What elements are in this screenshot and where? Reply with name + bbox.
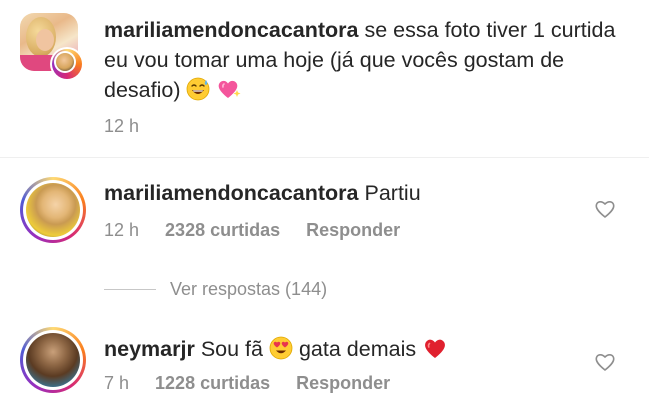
reply-button[interactable]: Responder (306, 220, 400, 240)
caption-timestamp: 12 h (104, 116, 140, 136)
view-replies-button[interactable]: Ver respostas (144) (104, 277, 327, 301)
comment-text-block: mariliamendoncacantora Partiu (104, 178, 421, 208)
comment-likes-link[interactable]: 2328 curtidas (165, 220, 280, 240)
heart-eyes-icon (269, 336, 293, 368)
like-comment-button[interactable] (594, 199, 616, 219)
comment-likes-link[interactable]: 1228 curtidas (155, 373, 270, 393)
comment-timestamp: 12 h (104, 220, 140, 240)
view-replies-line (104, 288, 156, 290)
caption-divider (0, 157, 649, 158)
comment-body: Partiu (364, 181, 421, 205)
heart-outline-icon (595, 201, 615, 218)
heart-outline-icon (595, 354, 615, 371)
view-replies-label: Ver respostas (144) (170, 278, 328, 299)
red-heart-icon (422, 336, 448, 368)
like-comment-button[interactable] (594, 352, 616, 372)
comment-username[interactable]: mariliamendoncacantora (104, 181, 359, 205)
comment-body-end: gata demais (298, 337, 417, 361)
comment-text-block: neymarjr Sou fã gata demais (104, 334, 448, 368)
comment-meta: 7 h 1228 curtidas Responder (104, 373, 390, 394)
sparkling-heart-icon (216, 77, 242, 109)
post-caption: mariliamendoncacantora se essa foto tive… (0, 0, 649, 156)
comment-username[interactable]: neymarjr (104, 337, 195, 361)
comment-body-start: Sou fã (200, 337, 263, 361)
comment-avatar[interactable] (20, 327, 86, 393)
comment-meta: 12 h 2328 curtidas Responder (104, 220, 400, 241)
comment-avatar[interactable] (20, 177, 86, 243)
reply-button[interactable]: Responder (296, 373, 390, 393)
comment-timestamp: 7 h (104, 373, 130, 393)
caption-username[interactable]: mariliamendoncacantora (104, 18, 359, 42)
caption-mini-avatar[interactable] (50, 47, 84, 81)
caption-text-block: mariliamendoncacantora se essa foto tive… (104, 15, 624, 109)
grinning-sweat-icon (186, 77, 210, 109)
